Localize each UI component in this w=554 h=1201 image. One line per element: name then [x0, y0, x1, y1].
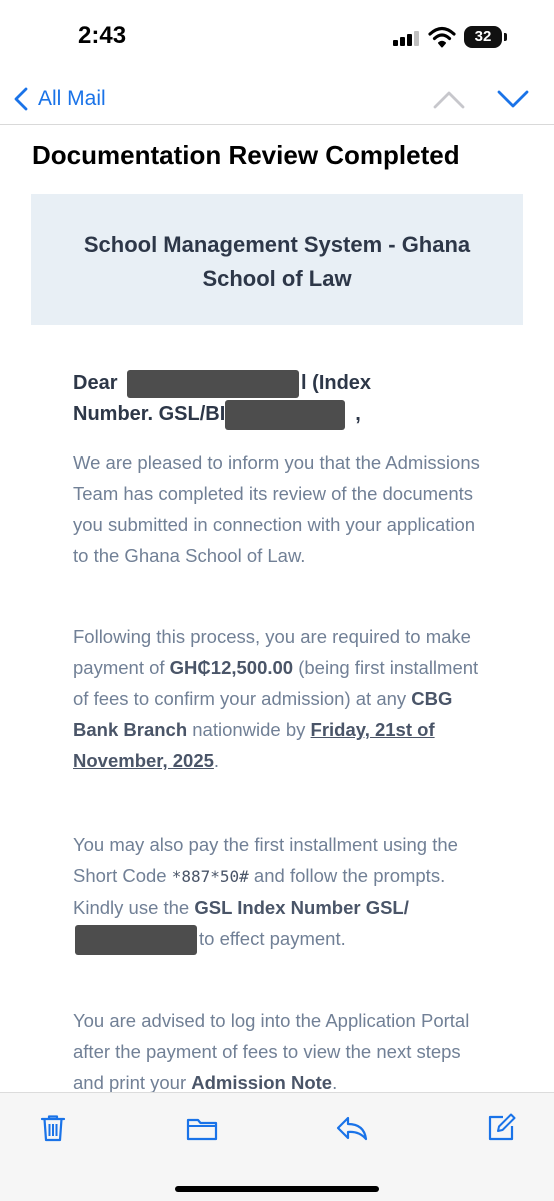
p2-text-c: nationwide by — [187, 719, 311, 740]
org-name-line-2: School of Law — [202, 266, 352, 291]
compose-icon[interactable] — [486, 1113, 516, 1143]
p3-text-c: to effect payment. — [199, 928, 346, 949]
status-time: 2:43 — [78, 22, 127, 49]
mail-nav-bar: All Mail — [0, 72, 554, 125]
org-name-line-1: School Management System - Ghana — [83, 232, 471, 257]
trash-icon[interactable] — [38, 1113, 68, 1143]
paragraph-portal: You are advised to log into the Applicat… — [73, 1005, 483, 1098]
redacted-gsl-index — [75, 925, 197, 956]
short-code: *887*50# — [171, 867, 249, 886]
battery-tip — [504, 33, 507, 41]
redacted-index-number — [225, 399, 346, 430]
previous-message-chevron-up-icon[interactable] — [432, 88, 466, 110]
back-button[interactable]: All Mail — [14, 84, 106, 114]
greeting-index-label: l (Index — [301, 372, 372, 394]
greeting-index-prefix: Number. GSL/BI — [73, 403, 226, 425]
greeting-dear: Dear — [73, 372, 118, 394]
cellular-signal-icon — [393, 30, 421, 46]
p4-text-b: . — [332, 1072, 338, 1093]
admission-note: Admission Note — [191, 1072, 333, 1093]
status-bar: 2:43 32 — [0, 0, 554, 72]
next-message-chevron-down-icon[interactable] — [496, 88, 530, 110]
email-header-banner: School Management System - Ghana School … — [31, 194, 523, 325]
greeting-comma: , — [355, 403, 361, 425]
battery-icon: 32 — [464, 26, 502, 48]
home-indicator — [175, 1186, 379, 1192]
greeting: Dear l (Index Number. GSL/BI, — [73, 368, 483, 430]
redacted-name — [127, 369, 300, 398]
gsl-index-label: GSL Index Number GSL/ — [194, 897, 409, 918]
wifi-icon — [428, 26, 456, 48]
paragraph-payment: Following this process, you are required… — [73, 621, 483, 776]
back-label: All Mail — [38, 87, 106, 110]
chevron-left-icon — [14, 87, 28, 111]
p2-text-d: . — [213, 750, 220, 771]
bottom-toolbar — [0, 1092, 554, 1201]
reply-icon[interactable] — [335, 1113, 369, 1143]
paragraph-review-completed: We are pleased to inform you that the Ad… — [73, 452, 480, 566]
paragraph-short-code: You may also pay the first installment u… — [73, 829, 483, 956]
payment-amount: GH₵12,500.00 — [169, 657, 294, 678]
email-subject: Documentation Review Completed — [32, 140, 460, 170]
folder-icon[interactable] — [186, 1113, 218, 1143]
